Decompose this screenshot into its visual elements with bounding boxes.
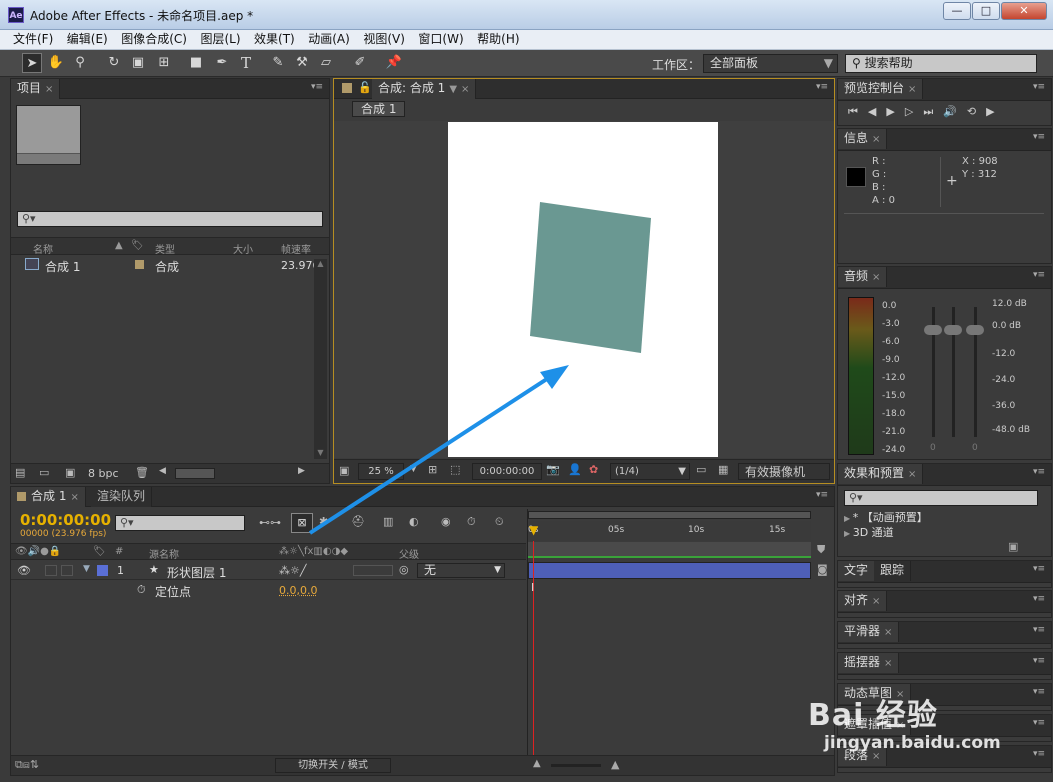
baidu-watermark-logo: Bai 经验 (808, 698, 938, 733)
watermark-url: jingyan.baidu.com (824, 733, 1001, 753)
annotation-arrow (308, 365, 569, 535)
arrow-shaft (308, 373, 555, 535)
arrow-head (540, 365, 569, 389)
